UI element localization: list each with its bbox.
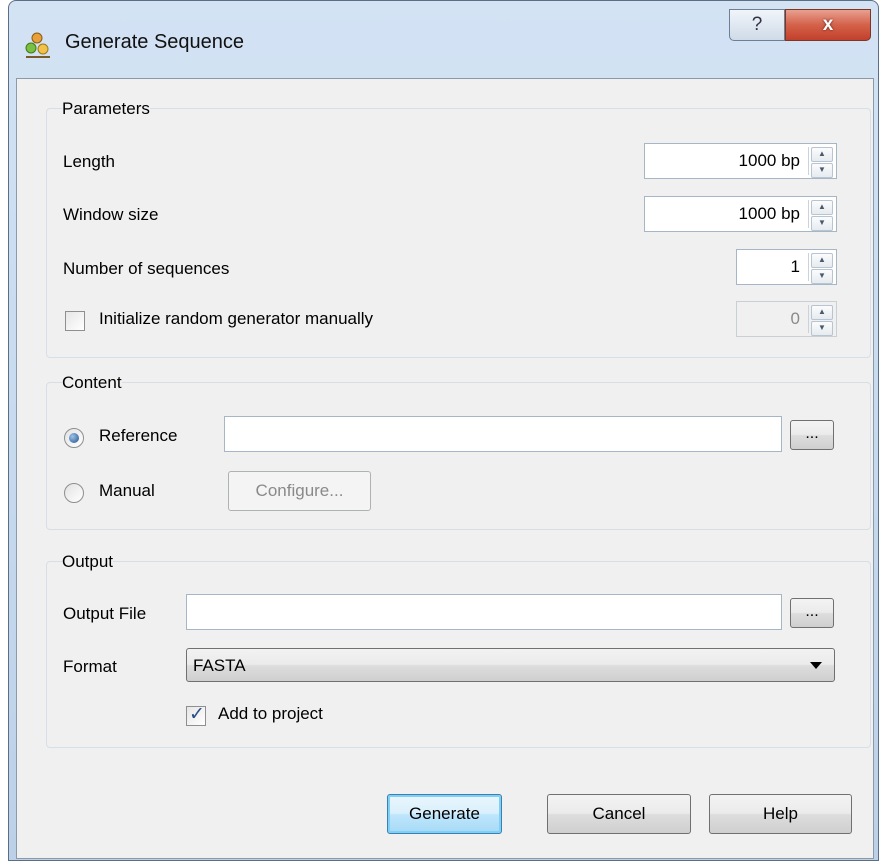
- window-size-spinbox[interactable]: 1000 bp ▲ ▼: [644, 196, 837, 232]
- spin-down-icon[interactable]: ▼: [811, 163, 833, 178]
- generate-button[interactable]: Generate: [387, 794, 502, 834]
- spin-up-icon[interactable]: ▲: [811, 253, 833, 268]
- length-spin-buttons[interactable]: ▲ ▼: [808, 147, 833, 178]
- output-group-title: Output: [62, 552, 114, 572]
- spin-down-icon[interactable]: ▼: [811, 269, 833, 284]
- title-help-button[interactable]: ?: [729, 9, 785, 41]
- output-browse-button[interactable]: ...: [790, 598, 834, 628]
- init-random-label[interactable]: Initialize random generator manually: [99, 309, 373, 329]
- spin-down-icon: ▼: [811, 321, 833, 336]
- format-select[interactable]: FASTA: [186, 648, 835, 682]
- init-random-checkbox[interactable]: [65, 311, 85, 331]
- content-group: Content Reference ... Manual Configure..…: [46, 373, 871, 530]
- seed-spin-buttons: ▲ ▼: [808, 305, 833, 336]
- reference-browse-button[interactable]: ...: [790, 420, 834, 450]
- spin-down-icon[interactable]: ▼: [811, 216, 833, 231]
- cancel-button[interactable]: Cancel: [547, 794, 691, 834]
- reference-radio[interactable]: [64, 428, 84, 448]
- num-sequences-spinbox[interactable]: 1 ▲ ▼: [736, 249, 837, 285]
- seed-spinbox: 0 ▲ ▼: [736, 301, 837, 337]
- title-close-button[interactable]: x: [785, 9, 871, 41]
- help-icon: ?: [751, 14, 763, 35]
- reference-label[interactable]: Reference: [99, 426, 177, 446]
- parameters-group-title: Parameters: [62, 99, 150, 119]
- help-button[interactable]: Help: [709, 794, 852, 834]
- length-spinbox[interactable]: 1000 bp ▲ ▼: [644, 143, 837, 179]
- window-title: Generate Sequence: [65, 31, 245, 53]
- add-to-project-checkbox[interactable]: ✓: [186, 704, 206, 726]
- dialog-body: Parameters Length 1000 bp ▲ ▼ Window siz…: [16, 78, 874, 859]
- spin-up-icon[interactable]: ▲: [811, 147, 833, 162]
- radio-selected-dot: [69, 433, 79, 443]
- num-sequences-label: Number of sequences: [63, 259, 230, 278]
- content-group-title: Content: [62, 373, 122, 393]
- manual-label[interactable]: Manual: [99, 481, 155, 501]
- configure-button: Configure...: [228, 471, 371, 511]
- seed-value: 0: [790, 309, 800, 328]
- spin-up-icon[interactable]: ▲: [811, 200, 833, 215]
- app-icon: [25, 32, 50, 58]
- window-size-spin-buttons[interactable]: ▲ ▼: [808, 200, 833, 231]
- length-label: Length: [63, 152, 115, 171]
- manual-radio[interactable]: [64, 483, 84, 503]
- length-value: 1000 bp: [738, 151, 800, 170]
- output-file-input[interactable]: [186, 594, 782, 630]
- close-icon: x: [822, 14, 834, 35]
- num-sequences-spin-buttons[interactable]: ▲ ▼: [808, 253, 833, 284]
- title-bar[interactable]: Generate Sequence ? x: [9, 1, 878, 81]
- format-selected-value: FASTA: [193, 656, 246, 675]
- reference-input[interactable]: [224, 416, 782, 452]
- add-to-project-label[interactable]: Add to project: [218, 704, 323, 724]
- checkmark-icon: ✓: [189, 704, 205, 725]
- window-size-value: 1000 bp: [738, 204, 800, 223]
- output-file-label: Output File: [63, 604, 147, 623]
- spin-up-icon: ▲: [811, 305, 833, 320]
- dropdown-arrow-icon: [810, 662, 822, 669]
- output-group: Output Output File ... Format FASTA ✓ Ad…: [46, 552, 871, 748]
- format-label: Format: [63, 657, 117, 676]
- num-sequences-value: 1: [790, 257, 800, 276]
- parameters-group: Parameters Length 1000 bp ▲ ▼ Window siz…: [46, 99, 871, 358]
- window-size-label: Window size: [63, 205, 159, 224]
